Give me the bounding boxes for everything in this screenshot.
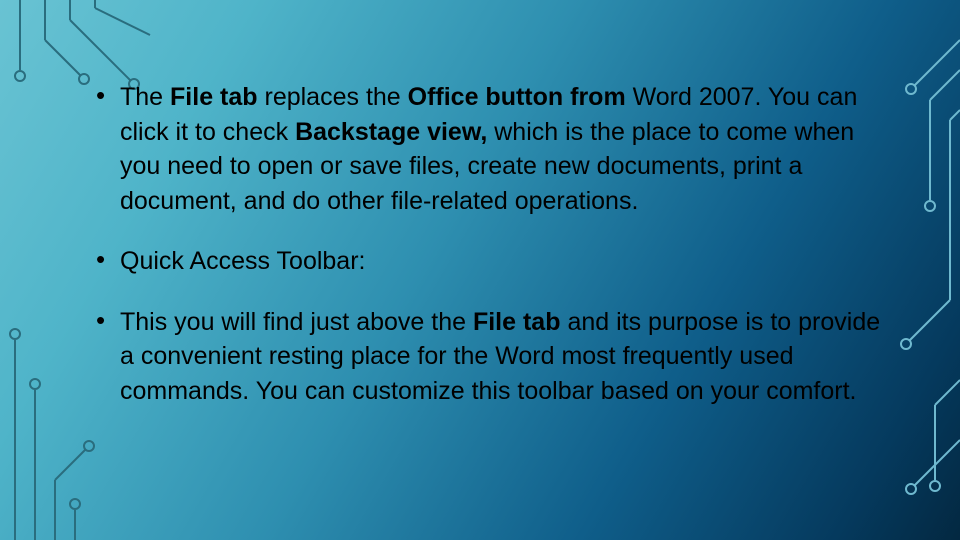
bold-text: File tab (473, 308, 567, 336)
plain-text: Quick Access Toolbar: (120, 247, 365, 275)
plain-text: This you will find just above the (120, 308, 473, 336)
slide-content: The File tab replaces the Office button … (90, 80, 900, 434)
plain-text: The (120, 83, 170, 111)
plain-text: replaces the (265, 83, 408, 111)
slide: The File tab replaces the Office button … (0, 0, 960, 540)
bold-text: Backstage view, (295, 118, 494, 146)
bullet-item: This you will find just above the File t… (90, 305, 900, 409)
bullet-item: The File tab replaces the Office button … (90, 80, 900, 218)
bullet-list: The File tab replaces the Office button … (90, 80, 900, 408)
bold-text: File tab (170, 83, 264, 111)
bold-text: Office button from (408, 83, 633, 111)
bullet-item: Quick Access Toolbar: (90, 244, 900, 279)
